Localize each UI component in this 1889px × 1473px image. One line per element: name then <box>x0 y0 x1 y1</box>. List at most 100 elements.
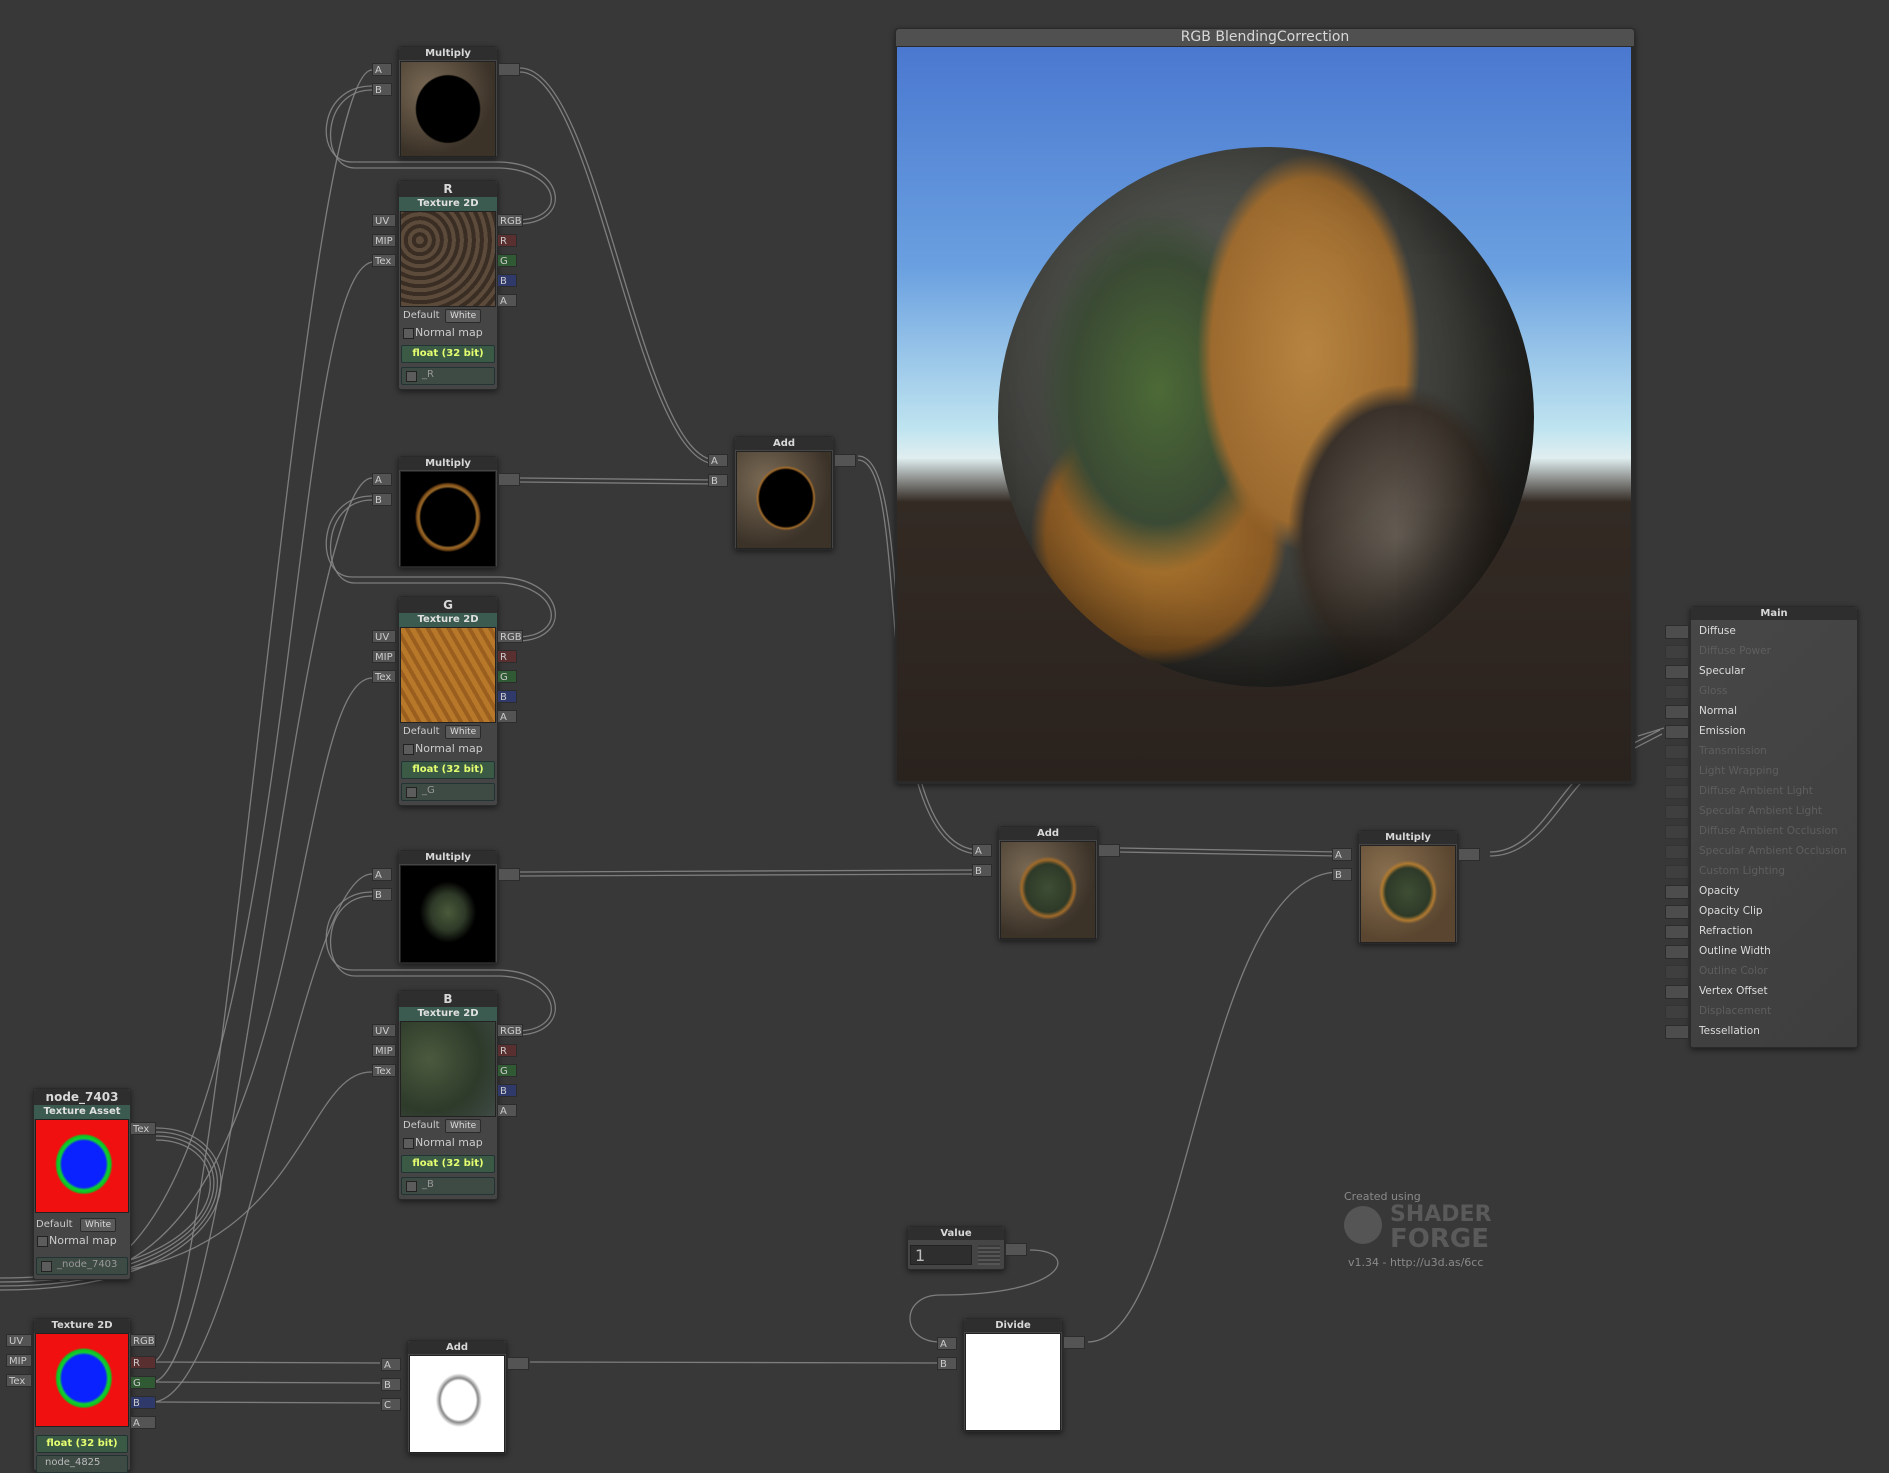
main-input-diffuse[interactable]: Diffuse <box>1665 621 1857 641</box>
property-checkbox[interactable] <box>41 1261 52 1272</box>
value-input[interactable]: 1 <box>910 1245 972 1265</box>
output-port-r[interactable]: R <box>130 1356 156 1369</box>
main-input-connector[interactable] <box>1665 865 1689 879</box>
multiply-node-2[interactable]: Multiply <box>398 456 498 568</box>
output-port-b[interactable]: B <box>130 1396 156 1409</box>
input-port-a[interactable]: A <box>372 868 392 881</box>
input-port-b[interactable]: B <box>1332 868 1352 881</box>
main-input-connector[interactable] <box>1665 705 1689 719</box>
main-input-diffuse-ambient-occlusion[interactable]: Diffuse Ambient Occlusion <box>1665 821 1857 841</box>
output-port-a[interactable]: A <box>130 1416 156 1429</box>
value-node[interactable]: Value 1 <box>907 1226 1005 1270</box>
main-input-connector[interactable] <box>1665 725 1689 739</box>
normal-map-checkbox[interactable] <box>403 744 414 755</box>
main-input-connector[interactable] <box>1665 945 1689 959</box>
output-port-g[interactable]: G <box>130 1376 156 1389</box>
normal-map-checkbox[interactable] <box>403 1138 414 1149</box>
output-port-r[interactable]: R <box>497 650 517 663</box>
default-color-dropdown[interactable]: White <box>80 1218 117 1232</box>
main-input-connector[interactable] <box>1665 745 1689 759</box>
output-port-rgb[interactable]: RGB <box>130 1334 156 1347</box>
precision-dropdown[interactable]: float (32 bit) <box>401 1155 495 1173</box>
input-port-b[interactable]: B <box>372 888 392 901</box>
main-input-emission[interactable]: Emission <box>1665 721 1857 741</box>
output-port-a[interactable]: A <box>497 1104 517 1117</box>
output-port-b[interactable]: B <box>497 690 517 703</box>
output-port[interactable] <box>498 63 520 76</box>
property-name-field[interactable]: _B <box>401 1177 495 1195</box>
input-port-uv[interactable]: UV <box>6 1334 32 1347</box>
output-port-a[interactable]: A <box>497 710 517 723</box>
output-port-rgb[interactable]: RGB <box>497 630 523 643</box>
main-input-connector[interactable] <box>1665 665 1689 679</box>
main-input-diffuse-ambient-light[interactable]: Diffuse Ambient Light <box>1665 781 1857 801</box>
multiply-node-4[interactable]: Multiply <box>1358 830 1458 944</box>
default-color-dropdown[interactable]: White <box>445 725 482 739</box>
texture-asset-node[interactable]: node_7403 Texture Asset Default White No… <box>33 1088 131 1280</box>
main-input-connector[interactable] <box>1665 645 1689 659</box>
output-port-r[interactable]: R <box>497 234 517 247</box>
property-checkbox[interactable] <box>406 787 417 798</box>
input-port-b[interactable]: B <box>372 83 392 96</box>
main-input-connector[interactable] <box>1665 985 1689 999</box>
output-port-b[interactable]: B <box>497 274 517 287</box>
input-port-a[interactable]: A <box>937 1337 957 1350</box>
precision-dropdown[interactable]: float (32 bit) <box>401 761 495 779</box>
input-port-uv[interactable]: UV <box>372 1024 396 1037</box>
main-input-outline-color[interactable]: Outline Color <box>1665 961 1857 981</box>
main-input-connector[interactable] <box>1665 1005 1689 1019</box>
output-port-g[interactable]: G <box>497 670 517 683</box>
main-input-diffuse-power[interactable]: Diffuse Power <box>1665 641 1857 661</box>
main-input-connector[interactable] <box>1665 965 1689 979</box>
texture-node-r[interactable]: R Texture 2D Default White Normal map fl… <box>398 180 498 390</box>
input-port-tex[interactable]: Tex <box>372 254 396 267</box>
add-node-1[interactable]: Add <box>734 436 834 550</box>
input-port-b[interactable]: B <box>372 493 392 506</box>
main-input-connector[interactable] <box>1665 625 1689 639</box>
output-port-g[interactable]: G <box>497 254 517 267</box>
property-name-field[interactable]: node_4825 <box>36 1455 128 1473</box>
output-port[interactable] <box>1098 844 1120 857</box>
output-port-b[interactable]: B <box>497 1084 517 1097</box>
main-input-light-wrapping[interactable]: Light Wrapping <box>1665 761 1857 781</box>
main-input-gloss[interactable]: Gloss <box>1665 681 1857 701</box>
texture-node-mask[interactable]: Texture 2D float (32 bit) node_4825 <box>33 1318 131 1473</box>
main-input-normal[interactable]: Normal <box>1665 701 1857 721</box>
texture-node-b[interactable]: B Texture 2D Default White Normal map fl… <box>398 990 498 1200</box>
input-port-b[interactable]: B <box>972 864 992 877</box>
main-input-displacement[interactable]: Displacement <box>1665 1001 1857 1021</box>
main-input-connector[interactable] <box>1665 1025 1689 1039</box>
multiply-node-3[interactable]: Multiply <box>398 850 498 964</box>
normal-map-checkbox[interactable] <box>37 1236 48 1247</box>
add-node-3[interactable]: Add <box>407 1340 507 1454</box>
output-port-a[interactable]: A <box>497 294 517 307</box>
main-input-opacity-clip[interactable]: Opacity Clip <box>1665 901 1857 921</box>
main-output-node[interactable]: Main Diffuse Diffuse Power Specular Gloss No… <box>1665 606 1858 1048</box>
input-port-mip[interactable]: MIP <box>372 1044 396 1057</box>
output-port[interactable] <box>1005 1243 1027 1256</box>
input-port-a[interactable]: A <box>381 1358 401 1371</box>
main-input-connector[interactable] <box>1665 905 1689 919</box>
output-port-rgb[interactable]: RGB <box>497 1024 523 1037</box>
input-port-uv[interactable]: UV <box>372 630 396 643</box>
property-checkbox[interactable] <box>406 1181 417 1192</box>
main-input-custom-lighting[interactable]: Custom Lighting <box>1665 861 1857 881</box>
output-port[interactable] <box>1063 1336 1085 1349</box>
main-input-opacity[interactable]: Opacity <box>1665 881 1857 901</box>
input-port-a[interactable]: A <box>1332 848 1352 861</box>
input-port-c[interactable]: C <box>381 1398 401 1411</box>
output-port[interactable] <box>1458 848 1480 861</box>
property-name-field[interactable]: _R <box>401 367 495 385</box>
add-node-2[interactable]: Add <box>998 826 1098 940</box>
input-port-tex[interactable]: Tex <box>372 670 396 683</box>
input-port-b[interactable]: B <box>381 1378 401 1391</box>
main-input-connector[interactable] <box>1665 845 1689 859</box>
input-port-mip[interactable]: MIP <box>372 650 396 663</box>
input-port-mip[interactable]: MIP <box>372 234 396 247</box>
main-input-transmission[interactable]: Transmission <box>1665 741 1857 761</box>
property-name-field[interactable]: _G <box>401 783 495 801</box>
output-port-g[interactable]: G <box>497 1064 517 1077</box>
precision-dropdown[interactable]: float (32 bit) <box>401 345 495 363</box>
input-port-uv[interactable]: UV <box>372 214 396 227</box>
property-checkbox[interactable] <box>406 371 417 382</box>
